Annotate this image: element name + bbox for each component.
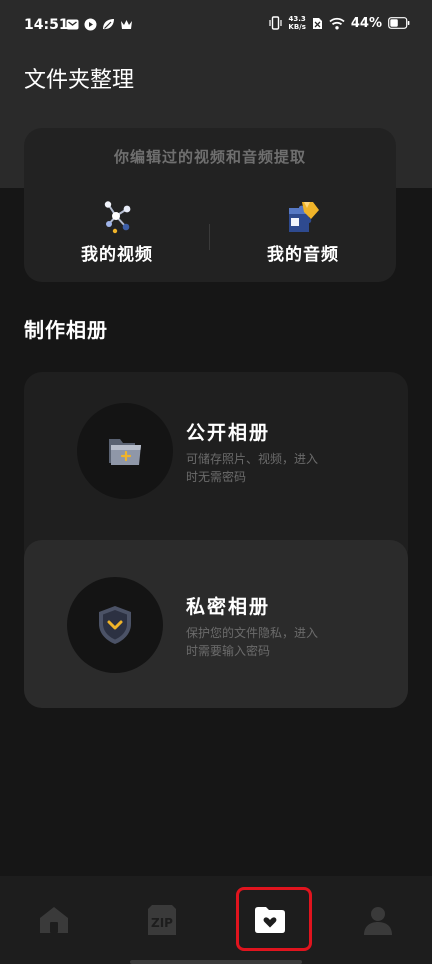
shield-icon — [99, 606, 131, 644]
network-speed: 43.3 KB/s — [288, 15, 305, 31]
home-icon — [40, 907, 68, 933]
public-album-title: 公开相册 — [186, 422, 271, 444]
media-extract-card: 你编辑过的视频和音频提取 我的视频 我的音频 — [24, 128, 396, 282]
private-album-icon-wrap — [67, 577, 163, 673]
app-screen: 14:51 43.3 KB/s 44% 文件夹整理 你编辑过的视频和音频提取 我… — [0, 0, 432, 964]
puzzle-icon — [289, 202, 319, 232]
public-album-card[interactable]: 公开相册 可储存照片、视频，进入 时无需密码 — [24, 372, 408, 568]
nav-home[interactable] — [24, 890, 84, 950]
vibrate-icon — [269, 16, 282, 30]
public-album-description: 可储存照片、视频，进入 时无需密码 — [186, 450, 346, 486]
battery-percent: 44% — [350, 15, 382, 31]
home-indicator[interactable] — [130, 960, 302, 964]
battery-icon — [388, 17, 410, 29]
zip-icon: ZIP — [148, 905, 176, 935]
zip-text: ZIP — [151, 916, 173, 930]
nav-folder[interactable] — [240, 890, 300, 950]
status-bar: 14:51 43.3 KB/s 44% — [0, 0, 432, 52]
folder-heart-icon — [255, 907, 285, 933]
play-notification-icon — [84, 18, 97, 31]
private-album-desc-line1: 保护您的文件隐私，进入 — [186, 626, 319, 640]
private-album-card[interactable]: 私密相册 保护您的文件隐私，进入 时需要输入密码 — [24, 540, 408, 708]
status-time: 14:51 — [24, 17, 69, 33]
page-title: 文件夹整理 — [24, 68, 135, 93]
extract-subtitle: 你编辑过的视频和音频提取 — [113, 148, 306, 166]
network-speed-value: 43.3 — [288, 15, 306, 23]
wifi-icon — [329, 17, 345, 29]
no-sim-icon — [312, 17, 322, 29]
my-videos-button[interactable]: 我的视频 — [24, 200, 210, 265]
mail-notification-icon — [66, 19, 79, 30]
nav-zip[interactable]: ZIP — [132, 890, 192, 950]
public-album-desc-line2: 时无需密码 — [186, 470, 247, 484]
my-audio-button[interactable]: 我的音频 — [210, 200, 396, 265]
my-audio-label: 我的音频 — [267, 245, 339, 265]
video-dots-icon — [104, 201, 131, 234]
system-status: 43.3 KB/s 44% — [269, 15, 410, 31]
private-album-title: 私密相册 — [186, 596, 271, 618]
network-speed-unit: KB/s — [288, 23, 306, 31]
public-album-icon-wrap — [77, 403, 173, 499]
private-album-desc-line2: 时需要输入密码 — [186, 644, 271, 658]
notification-icons — [66, 18, 133, 31]
folder-icon — [109, 439, 141, 465]
nav-profile[interactable] — [348, 890, 408, 950]
leaf-notification-icon — [103, 19, 114, 30]
section-title: 制作相册 — [24, 318, 108, 342]
public-album-desc-line1: 可储存照片、视频，进入 — [186, 452, 319, 466]
bottom-nav: ZIP — [0, 876, 432, 964]
crown-notification-icon — [121, 20, 132, 29]
private-album-description: 保护您的文件隐私，进入 时需要输入密码 — [186, 624, 346, 660]
user-icon — [364, 907, 392, 935]
my-videos-label: 我的视频 — [81, 245, 153, 265]
